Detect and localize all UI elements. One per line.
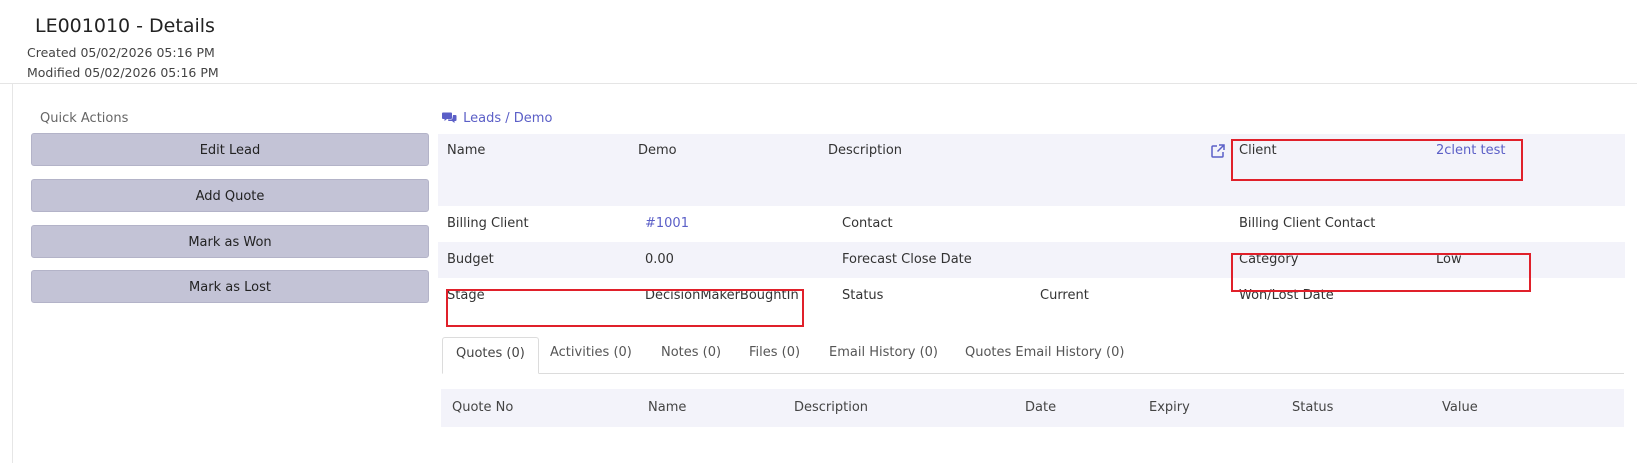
budget-label: Budget: [447, 252, 494, 267]
tab-bar: Quotes (0) Activities (0) Notes (0) File…: [442, 337, 1624, 374]
forecast-close-date-label: Forecast Close Date: [842, 252, 972, 267]
column-quote-no: Quote No: [452, 400, 514, 415]
category-label: Category: [1239, 252, 1299, 267]
page-title: LE001010 - Details: [35, 15, 215, 37]
name-value: Demo: [638, 143, 677, 158]
stage-value: DecisionMakerBoughtIn: [645, 288, 799, 303]
column-value: Value: [1442, 400, 1478, 415]
billing-client-label: Billing Client: [447, 216, 529, 231]
client-label: Client: [1239, 143, 1277, 158]
tab-notes[interactable]: Notes (0): [648, 337, 734, 373]
column-description: Description: [794, 400, 869, 415]
breadcrumb: Leads / Demo: [442, 111, 552, 128]
tab-quotes-email-history[interactable]: Quotes Email History (0): [952, 337, 1137, 373]
column-date: Date: [1025, 400, 1057, 415]
quick-actions-title: Quick Actions: [40, 111, 129, 126]
billing-client-link[interactable]: #1001: [645, 216, 689, 231]
tab-quotes[interactable]: Quotes (0): [442, 337, 539, 374]
category-value: Low: [1436, 252, 1462, 267]
won-lost-date-label: Won/Lost Date: [1239, 288, 1334, 303]
comments-icon: [442, 111, 457, 128]
budget-value: 0.00: [645, 252, 674, 267]
status-label: Status: [842, 288, 884, 303]
quotes-table-header: Quote No Name Description Date Expiry St…: [441, 389, 1624, 427]
mark-as-lost-button[interactable]: Mark as Lost: [31, 270, 429, 303]
column-expiry: Expiry: [1149, 400, 1190, 415]
edit-lead-button[interactable]: Edit Lead: [31, 133, 429, 166]
tab-activities[interactable]: Activities (0): [537, 337, 645, 373]
status-value: Current: [1040, 288, 1089, 303]
column-status: Status: [1292, 400, 1334, 415]
column-name: Name: [648, 400, 687, 415]
content-left-border: [12, 84, 13, 463]
breadcrumb-link[interactable]: Leads / Demo: [463, 111, 552, 126]
external-link-icon[interactable]: [1210, 143, 1226, 159]
description-label: Description: [828, 143, 903, 158]
mark-as-won-button[interactable]: Mark as Won: [31, 225, 429, 258]
billing-client-contact-label: Billing Client Contact: [1239, 216, 1376, 231]
client-link[interactable]: 2clent test: [1436, 143, 1505, 158]
tab-email-history[interactable]: Email History (0): [816, 337, 951, 373]
stage-label: Stage: [447, 288, 485, 303]
modified-timestamp: Modified 05/02/2026 05:16 PM: [27, 65, 219, 80]
tab-files[interactable]: Files (0): [736, 337, 813, 373]
created-timestamp: Created 05/02/2026 05:16 PM: [27, 45, 215, 60]
add-quote-button[interactable]: Add Quote: [31, 179, 429, 212]
contact-label: Contact: [842, 216, 893, 231]
page-header: LE001010 - Details Created 05/02/2026 05…: [0, 0, 1637, 84]
name-label: Name: [447, 143, 486, 158]
